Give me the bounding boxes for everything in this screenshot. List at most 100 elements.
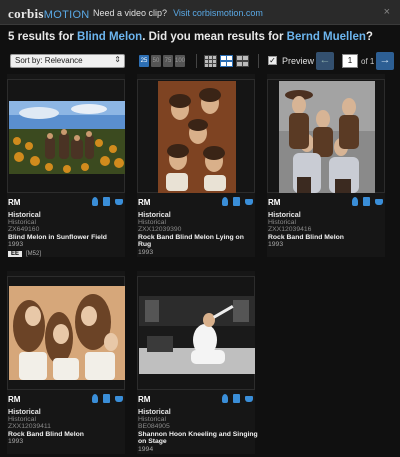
- next-page-button[interactable]: →: [376, 52, 394, 70]
- document-icon[interactable]: [233, 197, 240, 206]
- collection-label: Historical: [138, 210, 171, 219]
- image-title[interactable]: Shannon Hoon Kneeling and Singing on Sta…: [138, 431, 258, 446]
- results-grid: RM Historical Historical ZX649160 Blind …: [0, 74, 400, 457]
- cart-icon[interactable]: [245, 199, 253, 205]
- collection-label: Historical: [138, 407, 171, 416]
- result-card[interactable]: RM Historical Historical ZXX12039411 Roc…: [7, 271, 125, 454]
- lightbox-icon[interactable]: [92, 197, 98, 206]
- image-title[interactable]: Rock Band Blind Melon: [268, 234, 388, 242]
- cart-icon[interactable]: [115, 396, 123, 402]
- results-tail: ?: [365, 31, 373, 43]
- results-suggest-text: . Did you mean results for: [142, 31, 284, 43]
- document-icon[interactable]: [103, 197, 110, 206]
- thumbnail-image[interactable]: [9, 286, 125, 380]
- card-actions: [217, 197, 253, 207]
- preview-label: Preview: [282, 56, 315, 66]
- thumbnail-frame: [7, 79, 125, 193]
- cart-icon[interactable]: [115, 199, 123, 205]
- suggestion-link[interactable]: Bernd Muellen: [287, 31, 366, 43]
- document-icon[interactable]: [103, 394, 110, 403]
- results-toolbar: Sort by: Relevance ⇕ 25 50 75 100 ✓ Prev…: [6, 52, 394, 72]
- result-card[interactable]: RM Historical Historical ZXX12039416 Roc…: [267, 74, 385, 257]
- thumbnail-frame: [267, 79, 385, 193]
- card-meta: Historical Historical ZXX12039390 Rock B…: [138, 211, 258, 257]
- divider: [258, 54, 259, 68]
- sub-collection: Historical: [8, 415, 36, 423]
- top-bar: corbisMOTION Need a video clip? Visit cor…: [0, 0, 400, 25]
- image-year: 1993: [268, 241, 284, 249]
- license-label: RM: [8, 395, 21, 404]
- thumbnail-frame: [137, 79, 255, 193]
- sub-collection: Historical: [138, 415, 166, 423]
- results-lead: 5 results for: [8, 31, 74, 43]
- page-number-input[interactable]: 1: [342, 54, 358, 68]
- per-page-100-button[interactable]: 100: [175, 55, 185, 67]
- thumbnail-image[interactable]: [279, 81, 375, 193]
- cart-icon[interactable]: [375, 199, 383, 205]
- card-meta: Historical Historical ZXX12039416 Rock B…: [268, 211, 388, 249]
- sort-select-value: Sort by: Relevance: [15, 56, 83, 65]
- image-id: BE084905: [138, 423, 170, 431]
- result-card[interactable]: RM Historical Historical ZX649160 Blind …: [7, 74, 125, 257]
- thumbnail-image[interactable]: [9, 101, 125, 174]
- image-year: 1993: [8, 438, 24, 446]
- image-id: ZXX12039390: [138, 226, 182, 234]
- results-query: Blind Melon: [77, 31, 143, 43]
- license-label: RM: [138, 198, 151, 207]
- promo-link[interactable]: Visit corbismotion.com: [173, 8, 263, 18]
- image-year: 1993: [8, 241, 24, 249]
- results-heading: 5 results for Blind Melon. Did you mean …: [8, 31, 373, 43]
- sub-collection: Historical: [8, 218, 36, 226]
- image-title[interactable]: Rock Band Blind Melon Lying on Rug: [138, 234, 258, 249]
- grid-view-large-icon[interactable]: [236, 55, 249, 67]
- per-page-75-button[interactable]: 75: [163, 55, 173, 67]
- preview-checkbox[interactable]: ✓: [268, 56, 277, 65]
- document-icon[interactable]: [363, 197, 370, 206]
- result-card[interactable]: RM Historical Historical BE084905 Shanno…: [137, 271, 258, 454]
- image-year: 1993: [138, 248, 154, 256]
- lightbox-icon[interactable]: [222, 394, 228, 403]
- grid-view-small-icon[interactable]: [204, 55, 217, 67]
- promo-text: Need a video clip?: [93, 8, 168, 18]
- lightbox-icon[interactable]: [352, 197, 358, 206]
- logo-sub: MOTION: [43, 9, 90, 21]
- card-actions: [217, 394, 253, 404]
- lightbox-icon[interactable]: [222, 197, 228, 206]
- card-actions: [87, 394, 123, 404]
- select-arrows-icon: ⇕: [114, 55, 121, 64]
- card-actions: [347, 197, 383, 207]
- per-page-50-button[interactable]: 50: [151, 55, 161, 67]
- sub-collection: Historical: [268, 218, 296, 226]
- result-card[interactable]: RM Historical Historical ZXX12039390 Roc…: [137, 74, 255, 257]
- thumbnail-frame: [7, 276, 125, 390]
- image-title[interactable]: Blind Melon in Sunflower Field: [8, 234, 128, 242]
- cart-icon[interactable]: [245, 396, 253, 402]
- card-meta: Historical Historical BE084905 Shannon H…: [138, 408, 258, 454]
- divider: [196, 54, 197, 68]
- thumbnail-image[interactable]: [158, 81, 236, 193]
- document-icon[interactable]: [233, 394, 240, 403]
- promo: Need a video clip? Visit corbismotion.com: [93, 8, 263, 18]
- card-actions: [87, 197, 123, 207]
- corbis-logo[interactable]: corbisMOTION: [8, 6, 90, 22]
- lightbox-icon[interactable]: [92, 394, 98, 403]
- thumbnail-frame: [137, 276, 255, 390]
- image-title[interactable]: Rock Band Blind Melon: [8, 431, 128, 439]
- per-page-25-button[interactable]: 25: [139, 55, 149, 67]
- sort-select[interactable]: Sort by: Relevance ⇕: [10, 54, 125, 68]
- grid-view-medium-icon[interactable]: [220, 55, 233, 67]
- collection-label: Historical: [8, 407, 41, 416]
- logo-main: corbis: [8, 6, 44, 21]
- page-count-label: of 1: [361, 57, 375, 66]
- image-id: ZXX12039416: [268, 226, 312, 234]
- badge-text: [M52]: [26, 251, 42, 257]
- close-icon[interactable]: ×: [384, 6, 390, 18]
- thumbnail-image[interactable]: [139, 296, 255, 374]
- card-meta: Historical Historical ZX649160 Blind Mel…: [8, 211, 128, 249]
- prev-page-button[interactable]: ←: [316, 52, 334, 70]
- license-label: RM: [8, 198, 21, 207]
- sub-collection: Historical: [138, 218, 166, 226]
- image-id: ZX649160: [8, 226, 40, 234]
- badge-icon: EE: [8, 251, 23, 257]
- model-release-badge: EE [M52]: [8, 251, 41, 257]
